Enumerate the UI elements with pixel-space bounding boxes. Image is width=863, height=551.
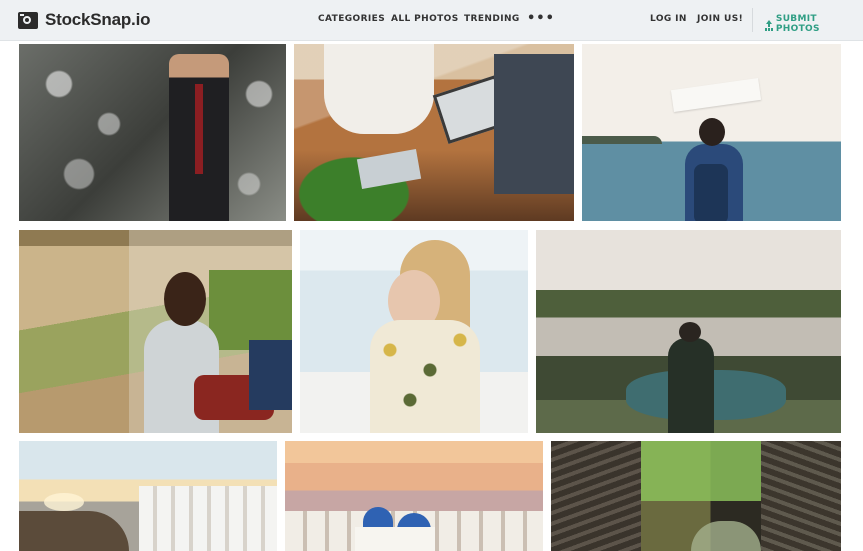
photo-cart-woman[interactable]	[19, 230, 292, 433]
nav-all-photos[interactable]: ALL PHOTOS	[391, 14, 459, 24]
photo-sea-woman[interactable]	[582, 44, 841, 221]
brand-logo[interactable]: StockSnap.io	[18, 10, 150, 30]
nav-login[interactable]: LOG IN	[650, 14, 687, 24]
brand-name: StockSnap.io	[45, 10, 151, 29]
photo-floral-woman[interactable]	[300, 230, 528, 433]
nav-divider	[752, 8, 753, 32]
photo-blue-dome-church[interactable]	[285, 441, 543, 551]
nav-join[interactable]: JOIN US!	[697, 14, 743, 24]
submit-photos-button[interactable]: SUBMIT PHOTOS	[765, 14, 863, 34]
nav-trending[interactable]: TRENDING	[464, 14, 520, 24]
upload-icon	[765, 19, 773, 29]
photo-forest-gorge[interactable]	[551, 441, 841, 551]
camera-logo-icon	[18, 11, 38, 29]
photo-businessman[interactable]	[19, 44, 286, 221]
photo-canyon-hiker[interactable]	[536, 230, 841, 433]
top-navigation-bar: StockSnap.io CATEGORIES ALL PHOTOS TREND…	[0, 0, 863, 41]
photo-workspace[interactable]	[294, 44, 574, 221]
nav-categories[interactable]: CATEGORIES	[318, 14, 385, 24]
more-menu-icon[interactable]: •••	[527, 11, 555, 26]
photo-white-village[interactable]	[19, 441, 277, 551]
